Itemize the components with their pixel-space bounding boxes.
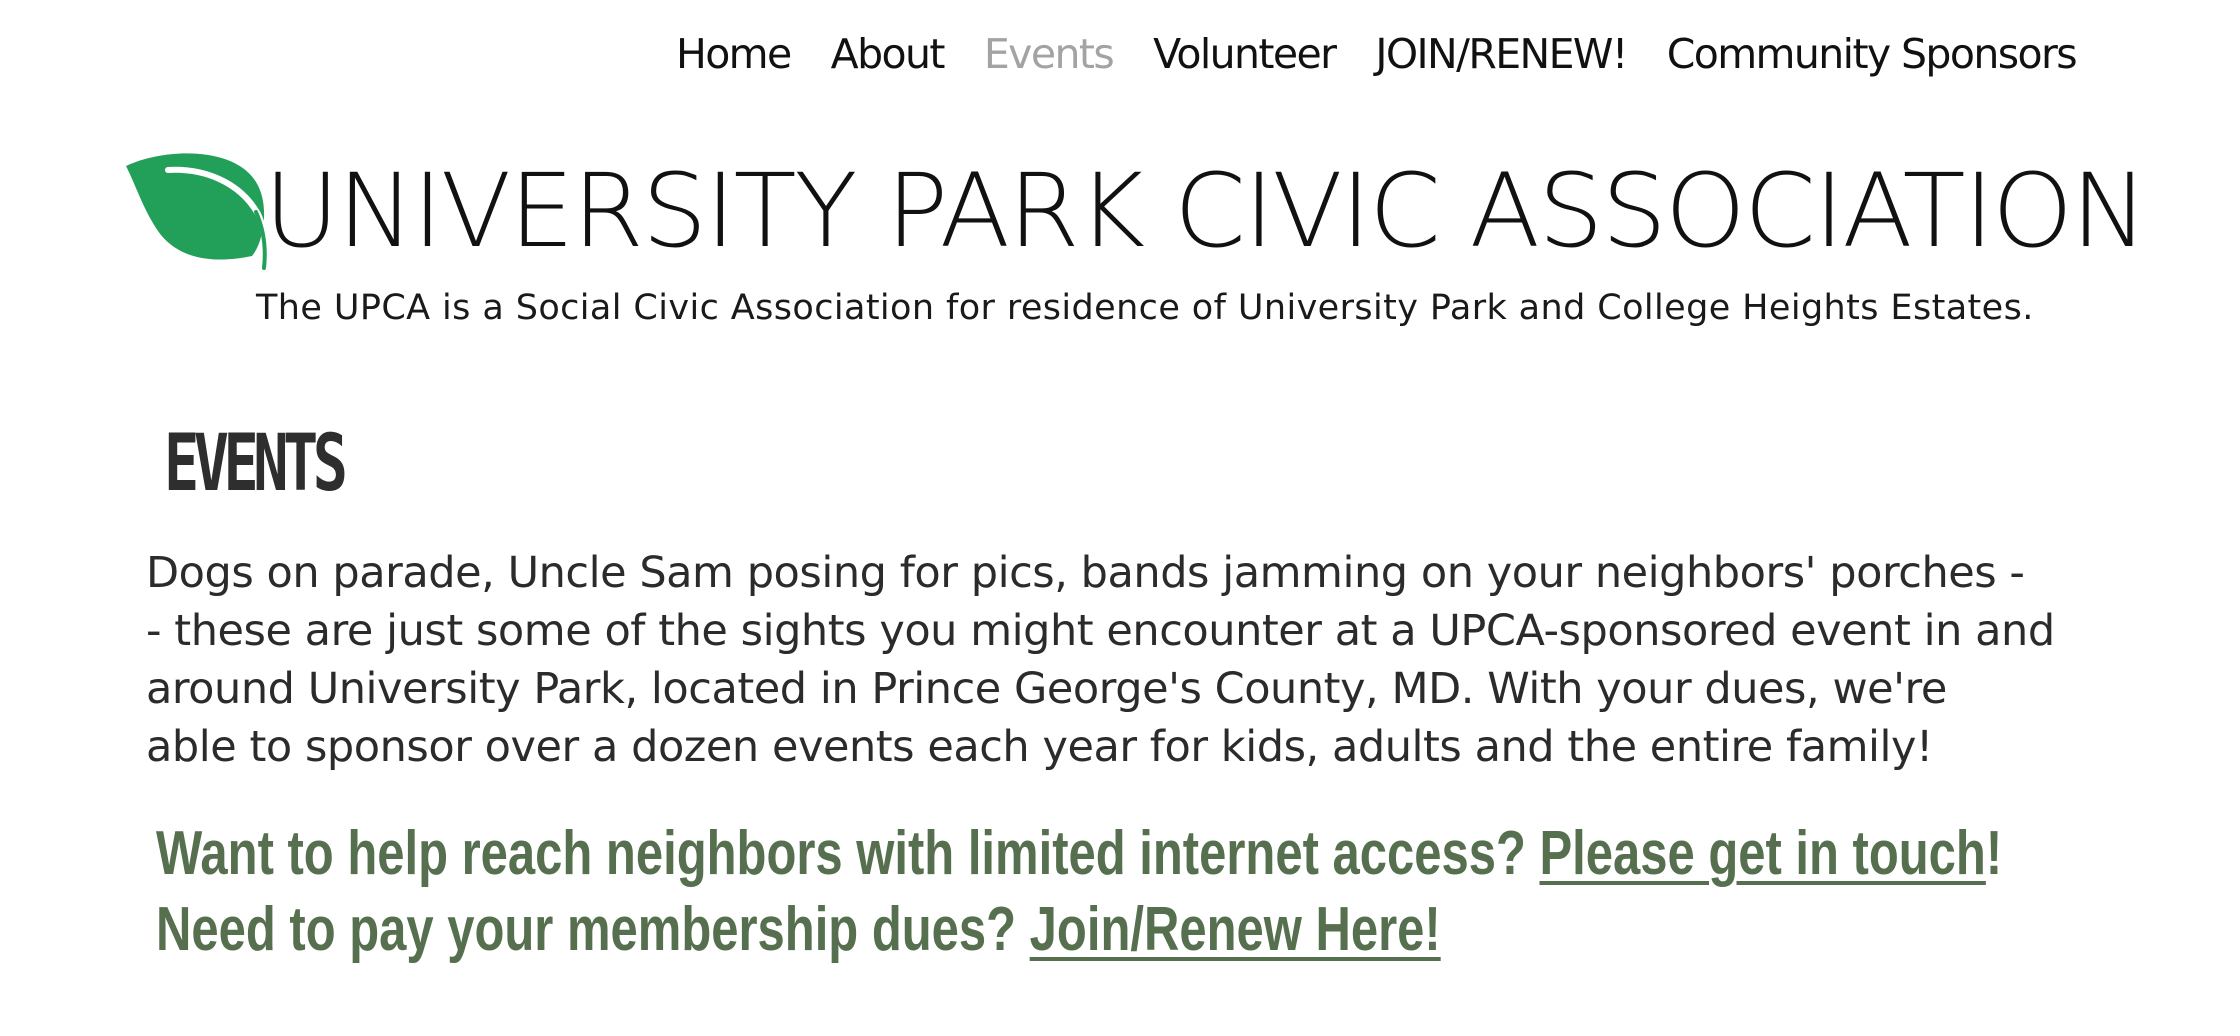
page-title: EVENTS (164, 416, 348, 510)
get-in-touch-link[interactable]: Please get in touch (1539, 819, 1985, 888)
nav-volunteer[interactable]: Volunteer (1153, 30, 1337, 79)
cta-internet-access: Want to help reach neighbors with limite… (156, 816, 2002, 892)
cta-membership-dues: Need to pay your membership dues? Join/R… (156, 892, 1441, 968)
green-leaf-icon[interactable] (124, 152, 270, 272)
nav-home[interactable]: Home (676, 30, 792, 79)
cta-dues-text: Need to pay your membership dues? (156, 895, 1030, 964)
events-intro-line: around University Park, located in Princ… (146, 664, 1947, 714)
events-intro-line: able to sponsor over a dozen events each… (146, 722, 1933, 772)
events-intro: Dogs on parade, Uncle Sam posing for pic… (146, 544, 2106, 776)
main-nav: Home About Events Volunteer JOIN/RENEW! … (676, 30, 2078, 79)
events-intro-line: - these are just some of the sights you … (146, 606, 2055, 656)
site-title[interactable]: UNIVERSITY PARK CIVIC ASSOCIATION (264, 152, 2148, 272)
cta-internet-suffix: ! (1985, 819, 2003, 888)
nav-community-sponsors[interactable]: Community Sponsors (1667, 30, 2078, 79)
nav-join-renew[interactable]: JOIN/RENEW! (1375, 30, 1628, 79)
join-renew-link[interactable]: Join/Renew Here! (1030, 895, 1441, 964)
events-intro-line: Dogs on parade, Uncle Sam posing for pic… (146, 548, 2025, 598)
site-tagline: The UPCA is a Social Civic Association f… (256, 288, 2034, 328)
nav-events[interactable]: Events (984, 30, 1115, 79)
cta-internet-text: Want to help reach neighbors with limite… (156, 819, 1540, 888)
nav-about[interactable]: About (831, 30, 946, 79)
